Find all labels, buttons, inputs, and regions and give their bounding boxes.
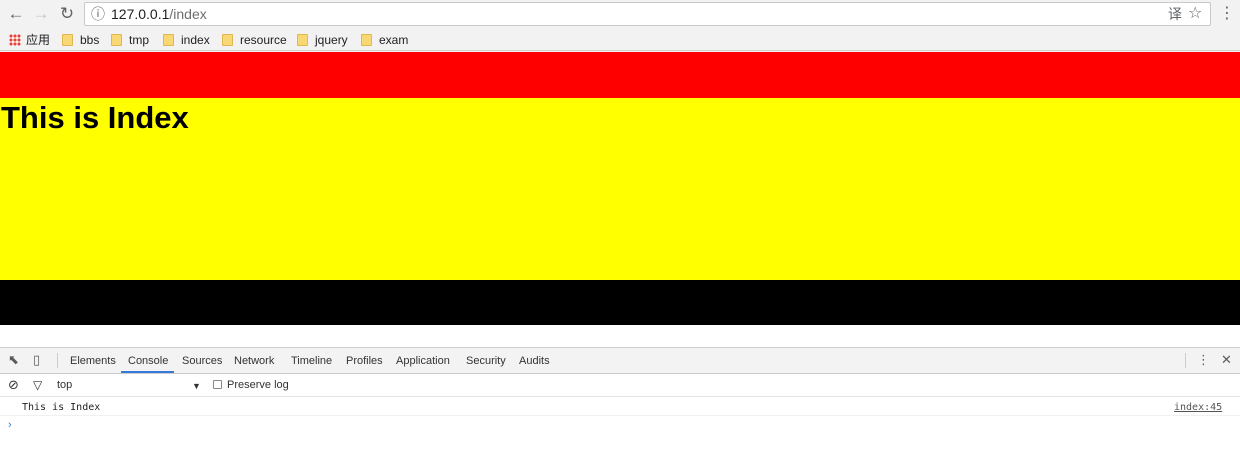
bookmarks-bar: 应用 bbs tmp index resource jquery exam [0,29,1240,51]
bookmark-label: 应用 [26,33,51,47]
divider [57,353,58,368]
browser-menu-icon[interactable]: ⋮ [1219,4,1235,24]
bookmark-label: resource [240,33,287,47]
console-message-row: This is Index index:45 [0,398,1240,416]
tab-sources[interactable]: Sources [182,354,222,368]
url-text[interactable]: 127.0.0.1/index [111,6,207,23]
info-icon[interactable]: ⓘ [91,5,105,23]
content-band: This is Index [0,98,1240,280]
console-prompt[interactable]: › [8,418,12,432]
bookmark-apps[interactable]: 应用 [9,33,50,47]
devtools-tabbar: ⬉ ▯ Elements Console Sources Network Tim… [0,348,1240,374]
folder-icon [62,34,73,46]
folder-icon [163,34,174,46]
context-selector[interactable]: top [57,379,72,392]
preserve-log-option[interactable]: Preserve log [213,379,289,392]
tab-network[interactable]: Network [234,354,274,368]
url-host: 127.0.0.1 [111,6,170,22]
footer-band [0,280,1240,325]
tab-security[interactable]: Security [466,354,506,368]
bookmark-bbs[interactable]: bbs [62,33,99,47]
bookmark-resource[interactable]: resource [222,33,287,47]
tab-console[interactable]: Console [128,354,168,368]
browser-chrome: ← → ↻ ⓘ 127.0.0.1/index 译 ☆ ⋮ 应用 bbs tmp… [0,0,1240,52]
url-path: /index [169,6,207,22]
more-options-icon[interactable]: ⋮ [1197,352,1210,368]
devtools-panel: ⬉ ▯ Elements Console Sources Network Tim… [0,347,1240,469]
console-filterbar: ⊘ ▽ top ▼ Preserve log [0,374,1240,397]
console-source-link[interactable]: index:45 [1174,402,1222,414]
bookmark-label: exam [379,33,409,47]
folder-icon [222,34,233,46]
bookmark-exam[interactable]: exam [361,33,408,47]
filter-icon[interactable]: ▽ [33,379,42,392]
star-icon[interactable]: ☆ [1188,5,1202,23]
active-tab-indicator [121,371,174,373]
bookmark-jquery[interactable]: jquery [297,33,348,47]
bookmark-index[interactable]: index [163,33,210,47]
preserve-log-label: Preserve log [227,379,289,391]
translate-icon[interactable]: 译 [1168,5,1182,23]
bookmark-label: bbs [80,33,100,47]
device-toggle-icon[interactable]: ▯ [33,352,40,368]
address-bar[interactable]: ⓘ 127.0.0.1/index 译 ☆ [84,2,1211,26]
folder-icon [111,34,122,46]
bookmark-tmp[interactable]: tmp [111,33,149,47]
browser-toolbar: ← → ↻ ⓘ 127.0.0.1/index 译 ☆ ⋮ [0,0,1240,28]
bookmark-label: index [181,33,210,47]
apps-grid-icon [9,34,21,46]
folder-icon [361,34,372,46]
clear-console-icon[interactable]: ⊘ [8,378,19,391]
tab-timeline[interactable]: Timeline [291,354,332,368]
page-viewport: This is Index [0,52,1240,347]
tab-elements[interactable]: Elements [70,354,116,368]
tab-profiles[interactable]: Profiles [346,354,383,368]
reload-icon[interactable]: ↻ [57,4,77,24]
tab-application[interactable]: Application [396,354,450,368]
inspect-icon[interactable]: ⬉ [8,352,19,368]
divider [1185,353,1186,368]
forward-icon[interactable]: → [31,4,51,24]
page-heading: This is Index [1,100,189,135]
bookmark-label: tmp [129,33,150,47]
console-message: This is Index [22,402,101,413]
header-band [0,52,1240,98]
preserve-log-checkbox[interactable] [213,380,222,389]
folder-icon [297,34,308,46]
chevron-down-icon[interactable]: ▼ [192,380,201,393]
close-icon[interactable]: ✕ [1221,352,1232,368]
back-icon[interactable]: ← [6,4,26,24]
bookmark-label: jquery [315,33,348,47]
tab-audits[interactable]: Audits [519,354,550,368]
